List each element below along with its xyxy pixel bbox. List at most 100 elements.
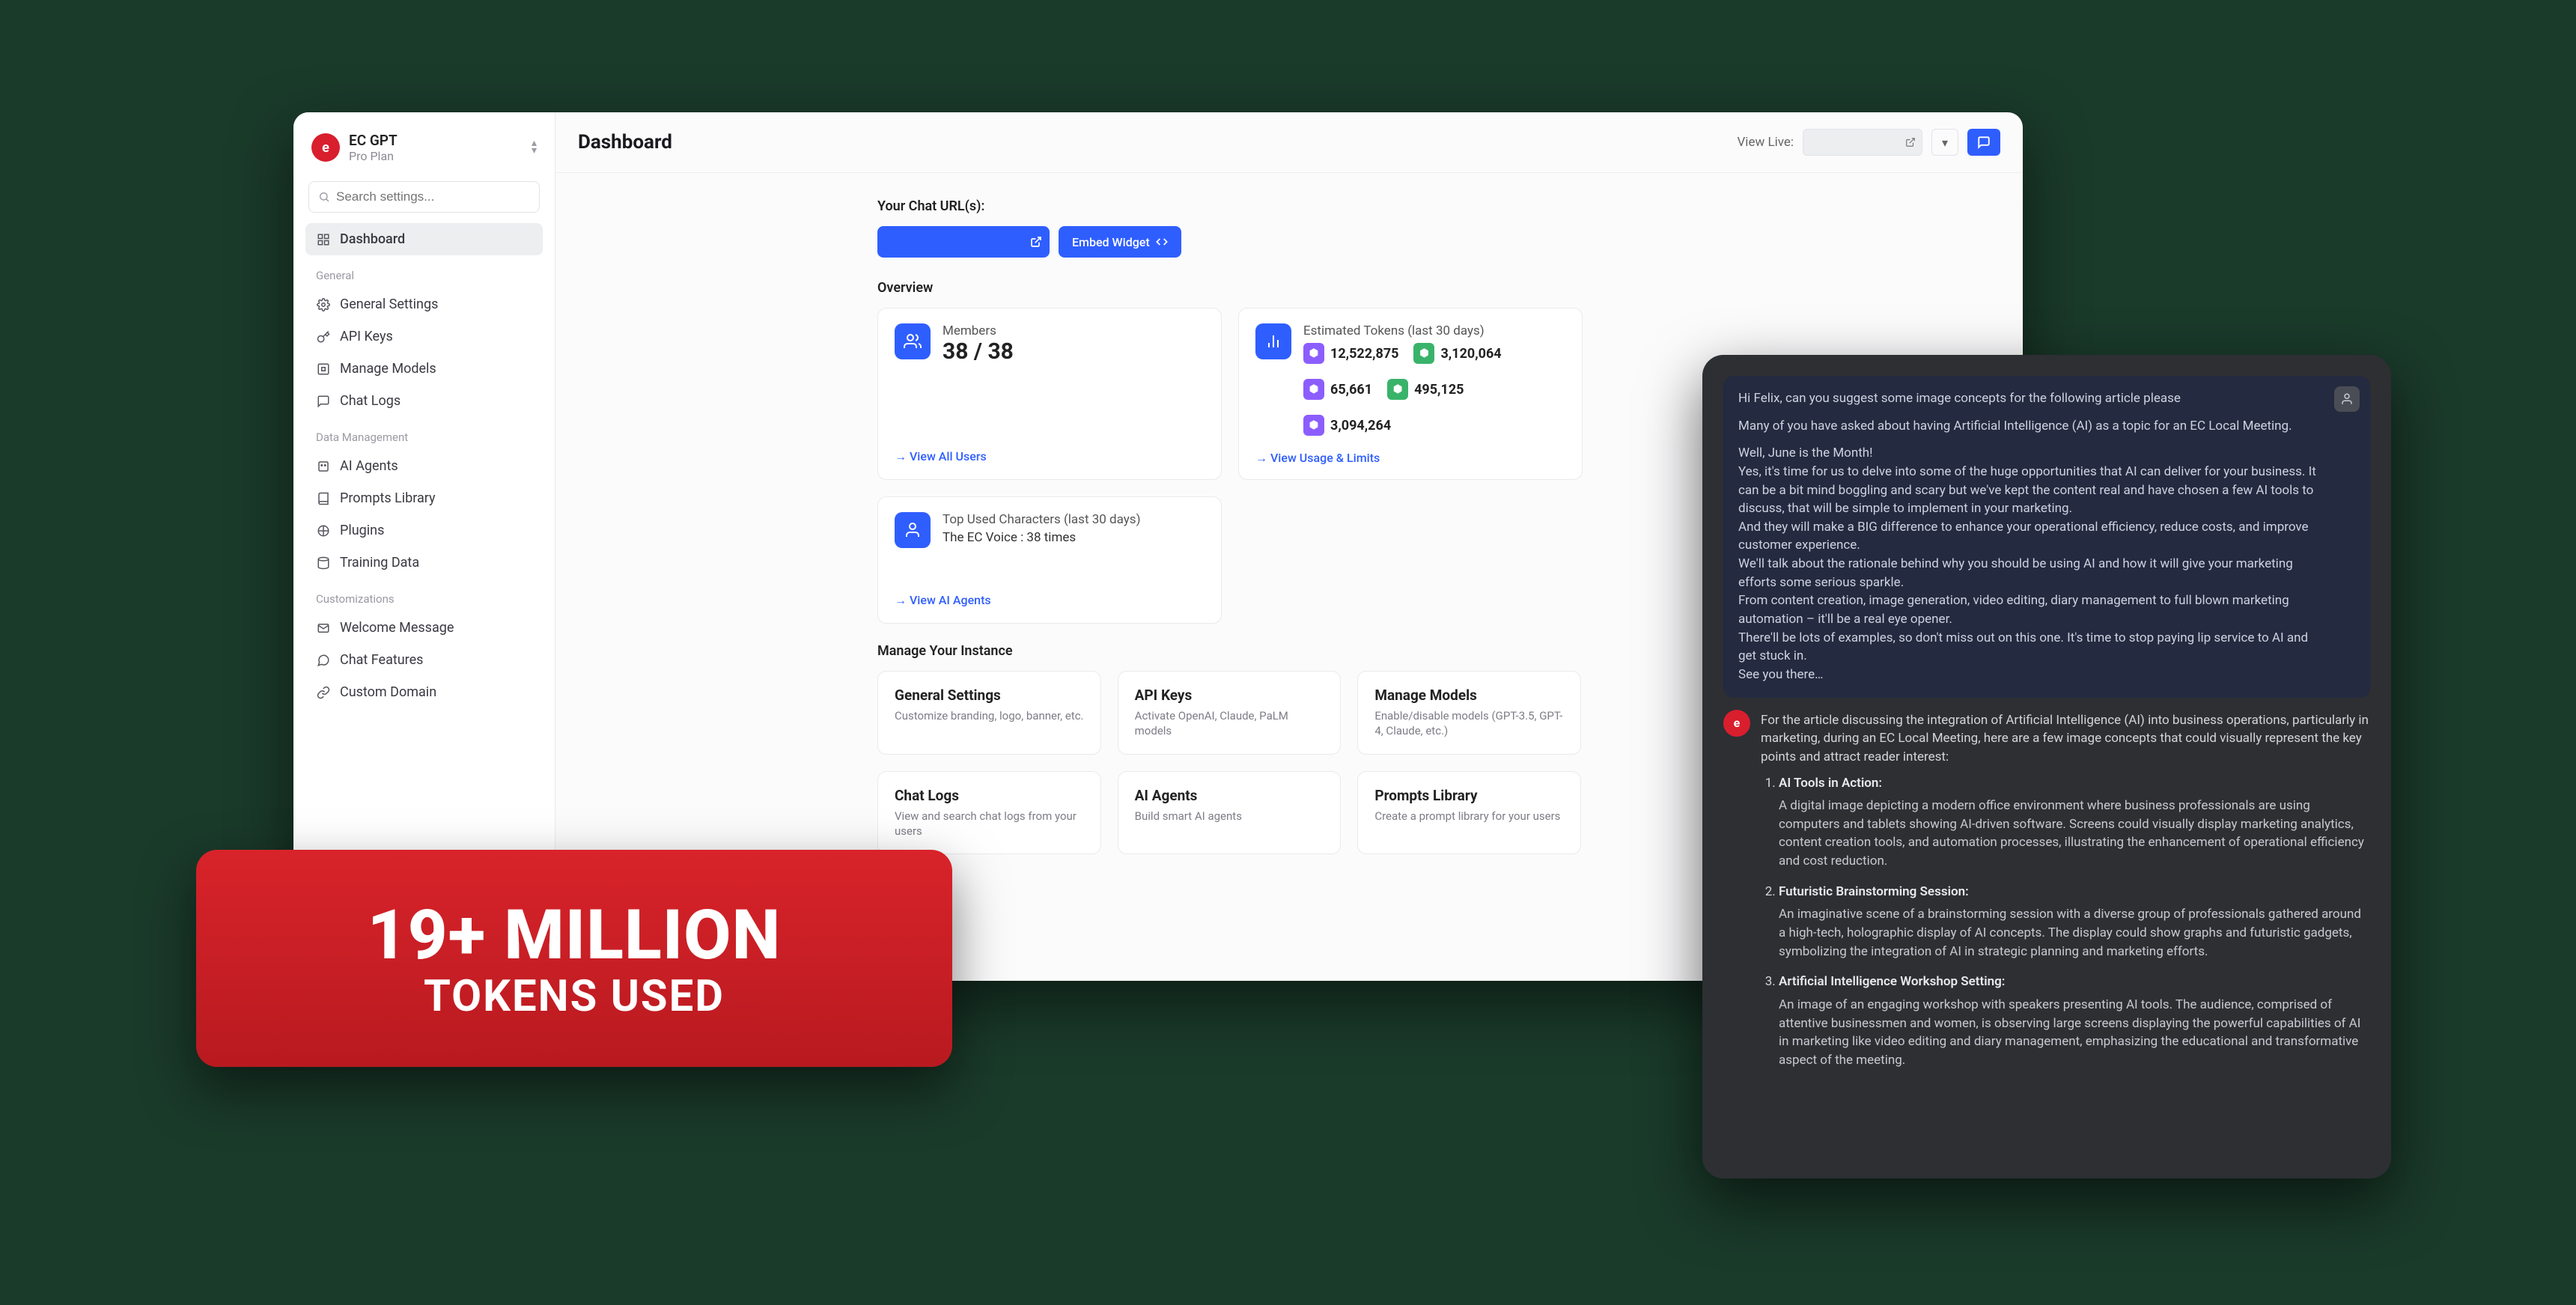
nav-label: General Settings <box>340 296 438 312</box>
database-icon <box>316 556 331 571</box>
user-line: Many of you have asked about having Arti… <box>1738 417 2328 436</box>
nav-section-custom: Customizations <box>305 579 543 612</box>
nav-label: Custom Domain <box>340 684 436 700</box>
nav-label: Plugins <box>340 523 384 538</box>
nav-label: API Keys <box>340 329 393 344</box>
token-provider-icon: ⬢ <box>1303 415 1324 436</box>
external-link-icon <box>1030 236 1042 248</box>
user-lead: Hi Felix, can you suggest some image con… <box>1738 389 2328 408</box>
manage-card-general-settings[interactable]: General SettingsCustomize branding, logo… <box>877 671 1101 755</box>
live-url-field[interactable] <box>1803 129 1922 156</box>
user-line: From content creation, image generation,… <box>1738 591 2328 628</box>
token-value: ⬢3,120,064 <box>1413 343 1501 364</box>
view-all-users-link[interactable]: → View All Users <box>895 434 1205 464</box>
embed-widget-button[interactable]: Embed Widget <box>1059 226 1181 258</box>
brand-plan: Pro Plan <box>349 149 398 163</box>
nav-dashboard[interactable]: Dashboard <box>305 223 543 255</box>
manage-card-manage-models[interactable]: Manage ModelsEnable/disable models (GPT-… <box>1357 671 1581 755</box>
manage-card-ai-agents[interactable]: AI AgentsBuild smart AI agents <box>1118 771 1342 855</box>
tokens-icon <box>1255 323 1291 359</box>
nav-label: Chat Logs <box>340 393 401 409</box>
badge-headline: 19+ MILLION <box>368 895 782 976</box>
key-icon <box>316 329 331 344</box>
nav-chat-features[interactable]: Chat Features <box>305 644 543 676</box>
code-icon <box>1156 236 1168 248</box>
token-value: ⬢65,661 <box>1303 379 1372 400</box>
character-icon <box>895 512 931 548</box>
brand-switcher[interactable]: e EC GPT Pro Plan ▴▾ <box>305 127 543 177</box>
features-icon <box>316 653 331 668</box>
view-usage-link[interactable]: → View Usage & Limits <box>1255 436 1565 466</box>
nav-section-data: Data Management <box>305 417 543 450</box>
manage-grid: General SettingsCustomize branding, logo… <box>877 671 1581 854</box>
nav-ai-agents[interactable]: AI Agents <box>305 450 543 482</box>
agent-icon <box>316 459 331 474</box>
search-icon <box>318 191 330 203</box>
page-title: Dashboard <box>578 131 672 153</box>
models-icon <box>316 362 331 377</box>
members-card: Members 38 / 38 → View All Users <box>877 308 1222 480</box>
user-line: Well, June is the Month! <box>1738 444 2328 463</box>
chevron-down-icon: ▾ <box>1942 136 1948 150</box>
nav-general-settings[interactable]: General Settings <box>305 288 543 320</box>
nav-section-general: General <box>305 255 543 288</box>
assistant-avatar-icon: e <box>1723 710 1750 737</box>
manage-card-chat-logs[interactable]: Chat LogsView and search chat logs from … <box>877 771 1101 855</box>
members-value: 38 / 38 <box>943 338 1014 365</box>
view-live-label: View Live: <box>1737 135 1794 150</box>
nav-label: Dashboard <box>340 231 405 247</box>
assistant-item: AI Tools in Action:A digital image depic… <box>1779 774 2370 871</box>
tokens-title: Estimated Tokens (last 30 days) <box>1303 323 1565 338</box>
tokens-used-badge: 19+ MILLION TOKENS USED <box>196 850 952 1067</box>
chat-url-label: Your Chat URL(s): <box>877 198 2000 214</box>
dashboard-icon <box>316 232 331 247</box>
token-value: ⬢495,125 <box>1387 379 1464 400</box>
chat-icon <box>1977 136 1991 149</box>
nav-welcome-message[interactable]: Welcome Message <box>305 612 543 644</box>
overview-label: Overview <box>877 280 2000 296</box>
search-input[interactable] <box>308 181 540 213</box>
chat-url-pill[interactable] <box>877 226 1050 258</box>
gear-icon <box>316 297 331 312</box>
user-avatar-icon <box>2334 386 2360 412</box>
characters-title: Top Used Characters (last 30 days) <box>943 512 1141 527</box>
assistant-intro: For the article discussing the integrati… <box>1761 711 2370 767</box>
chat-icon <box>316 394 331 409</box>
brand-name: EC GPT <box>349 132 398 149</box>
nav-label: Welcome Message <box>340 620 454 636</box>
characters-line: The EC Voice : 38 times <box>943 530 1141 545</box>
user-line: See you there… <box>1738 666 2328 684</box>
nav-label: Prompts Library <box>340 490 436 506</box>
nav-plugins[interactable]: Plugins <box>305 514 543 547</box>
user-line: Yes, it's time for us to delve into some… <box>1738 463 2328 518</box>
external-link-icon <box>1905 137 1916 147</box>
library-icon <box>316 491 331 506</box>
plugin-icon <box>316 523 331 538</box>
nav-chat-logs[interactable]: Chat Logs <box>305 385 543 417</box>
link-icon <box>316 685 331 700</box>
manage-card-prompts-library[interactable]: Prompts LibraryCreate a prompt library f… <box>1357 771 1581 855</box>
user-line: And they will make a BIG difference to e… <box>1738 518 2328 555</box>
chat-panel: Hi Felix, can you suggest some image con… <box>1702 355 2391 1178</box>
user-line: We'll talk about the rationale behind wh… <box>1738 555 2328 591</box>
tokens-card: Estimated Tokens (last 30 days) ⬢12,522,… <box>1238 308 1583 480</box>
nav-training-data[interactable]: Training Data <box>305 547 543 579</box>
user-line: There'll be lots of examples, so don't m… <box>1738 629 2328 666</box>
nav-label: Training Data <box>340 555 419 571</box>
open-chat-button[interactable] <box>1967 129 2000 156</box>
message-icon <box>316 621 331 636</box>
user-message: Hi Felix, can you suggest some image con… <box>1723 376 2370 698</box>
nav-prompts-library[interactable]: Prompts Library <box>305 482 543 514</box>
chevron-up-down-icon: ▴▾ <box>532 140 537 155</box>
nav-api-keys[interactable]: API Keys <box>305 320 543 353</box>
topbar: Dashboard View Live: ▾ <box>555 112 2023 173</box>
view-ai-agents-link[interactable]: → View AI Agents <box>895 578 1205 608</box>
nav-custom-domain[interactable]: Custom Domain <box>305 676 543 708</box>
characters-card: Top Used Characters (last 30 days) The E… <box>877 496 1222 624</box>
nav-label: Manage Models <box>340 361 436 377</box>
nav-manage-models[interactable]: Manage Models <box>305 353 543 385</box>
live-url-dropdown[interactable]: ▾ <box>1931 129 1958 156</box>
manage-card-api-keys[interactable]: API KeysActivate OpenAI, Claude, PaLM mo… <box>1118 671 1342 755</box>
assistant-message: e For the article discussing the integra… <box>1723 710 2370 1163</box>
token-provider-icon: ⬢ <box>1303 343 1324 364</box>
